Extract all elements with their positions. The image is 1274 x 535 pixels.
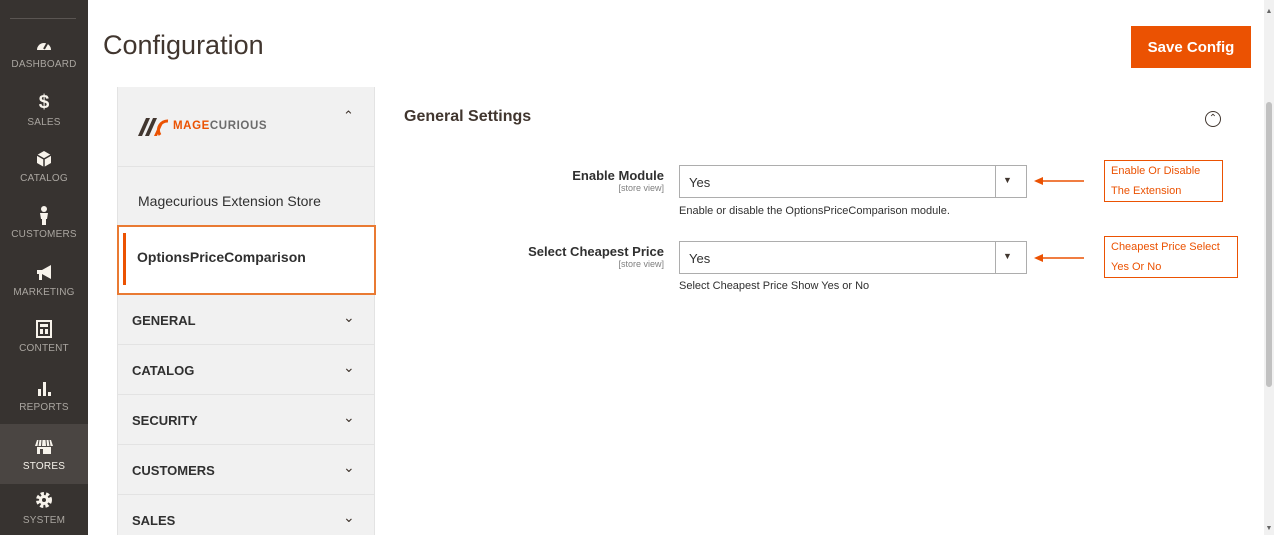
section-label: SALES xyxy=(132,513,176,528)
tab-section-general[interactable]: GENERAL ⌄ xyxy=(118,295,374,345)
nav-item-customers[interactable]: CUSTOMERS xyxy=(0,204,88,260)
section-title: General Settings xyxy=(404,108,532,125)
chevron-down-icon: ⌄ xyxy=(343,459,355,475)
select-value: Yes xyxy=(689,175,711,190)
scroll-thumb[interactable] xyxy=(1266,102,1272,387)
tab-label: OptionsPriceComparison xyxy=(137,249,306,265)
tab-section-sales[interactable]: SALES ⌄ xyxy=(118,495,374,535)
nav-item-dashboard[interactable]: DASHBOARD xyxy=(0,34,88,90)
box-icon xyxy=(36,151,52,167)
scroll-down-icon[interactable]: ▼ xyxy=(1265,525,1273,533)
tab-options-price-comparison[interactable]: OptionsPriceComparison xyxy=(117,225,376,295)
tab-group-magecurious[interactable]: MAGECURIOUS ⌃ xyxy=(118,87,374,167)
enable-module-select[interactable]: Yes ▼ xyxy=(679,165,1027,198)
config-tabs: MAGECURIOUS ⌃ Magecurious Extension Stor… xyxy=(117,87,376,535)
arrow-left-icon xyxy=(1034,177,1084,185)
megaphone-icon xyxy=(37,265,51,280)
nav-label: CATALOG xyxy=(20,173,68,184)
storefront-icon xyxy=(35,439,53,454)
chevron-down-icon: ⌄ xyxy=(343,359,355,375)
tab-section-customers[interactable]: CUSTOMERS ⌄ xyxy=(118,445,374,495)
chevron-down-icon: ⌄ xyxy=(343,409,355,425)
select-value: Yes xyxy=(689,251,711,266)
nav-label: CONTENT xyxy=(19,343,69,354)
field-note: Select Cheapest Price Show Yes or No xyxy=(679,280,870,292)
section-label: CUSTOMERS xyxy=(132,463,215,478)
tab-section-catalog[interactable]: CATALOG ⌄ xyxy=(118,345,374,395)
bar-chart-icon xyxy=(38,382,51,396)
nav-item-sales[interactable]: $ SALES xyxy=(0,92,88,148)
brand-name: MAGECURIOUS xyxy=(173,120,268,132)
arrow-left-icon xyxy=(1034,254,1084,262)
collapse-toggle-icon[interactable]: ⌃ xyxy=(1205,111,1221,127)
tab-magecurious-extension-store[interactable]: Magecurious Extension Store xyxy=(118,167,374,227)
scope-label: [store view] xyxy=(618,183,664,193)
page-header xyxy=(88,10,1264,82)
nav-item-system[interactable]: SYSTEM xyxy=(0,490,88,535)
dropdown-arrow-icon: ▼ xyxy=(1003,251,1012,261)
nav-item-marketing[interactable]: MARKETING xyxy=(0,262,88,318)
layout-icon xyxy=(36,320,52,338)
admin-sidebar: DASHBOARD $ SALES CATALOG CUSTOMERS MARK… xyxy=(0,0,88,535)
nav-item-content[interactable]: CONTENT xyxy=(0,318,88,374)
dollar-icon: $ xyxy=(38,92,50,113)
page-title: Configuration xyxy=(103,30,264,60)
enable-module-callout: Enable Or Disable The Extension xyxy=(1104,160,1223,202)
nav-divider xyxy=(10,18,76,19)
nav-item-stores[interactable]: STORES xyxy=(0,424,88,484)
save-config-button[interactable]: Save Config xyxy=(1131,26,1251,68)
magecurious-logo xyxy=(138,118,169,136)
tab-label: Magecurious Extension Store xyxy=(138,193,321,209)
chevron-down-icon: ⌄ xyxy=(343,509,355,525)
dropdown-arrow-icon: ▼ xyxy=(1003,175,1012,185)
select-divider xyxy=(995,242,996,273)
dashboard-icon xyxy=(37,41,51,50)
chevron-down-icon: ⌄ xyxy=(343,309,355,325)
nav-label: MARKETING xyxy=(13,287,75,298)
field-note: Enable or disable the OptionsPriceCompar… xyxy=(679,205,950,217)
nav-label: CUSTOMERS xyxy=(11,229,77,240)
scroll-up-icon[interactable]: ▲ xyxy=(1265,8,1273,16)
section-label: CATALOG xyxy=(132,363,195,378)
nav-label: STORES xyxy=(22,461,66,472)
nav-label: REPORTS xyxy=(19,402,69,413)
person-icon xyxy=(40,206,48,225)
page-scrollbar[interactable]: ▲ ▼ xyxy=(1264,0,1274,535)
section-label: SECURITY xyxy=(132,413,198,428)
select-divider xyxy=(995,166,996,197)
enable-module-label: Enable Module xyxy=(572,168,664,183)
select-cheapest-price-label: Select Cheapest Price xyxy=(528,244,664,259)
scope-label: [store view] xyxy=(618,259,664,269)
active-indicator xyxy=(123,233,126,285)
section-label: GENERAL xyxy=(132,313,196,328)
nav-label: SYSTEM xyxy=(22,515,66,526)
nav-label: SALES xyxy=(27,117,61,128)
cheapest-price-callout: Cheapest Price Select Yes Or No xyxy=(1104,236,1238,278)
gear-icon xyxy=(36,492,52,508)
nav-label: DASHBOARD xyxy=(11,59,77,70)
nav-item-catalog[interactable]: CATALOG xyxy=(0,148,88,204)
tab-section-security[interactable]: SECURITY ⌄ xyxy=(118,395,374,445)
chevron-up-icon[interactable]: ⌃ xyxy=(343,108,354,124)
select-cheapest-price-select[interactable]: Yes ▼ xyxy=(679,241,1027,274)
